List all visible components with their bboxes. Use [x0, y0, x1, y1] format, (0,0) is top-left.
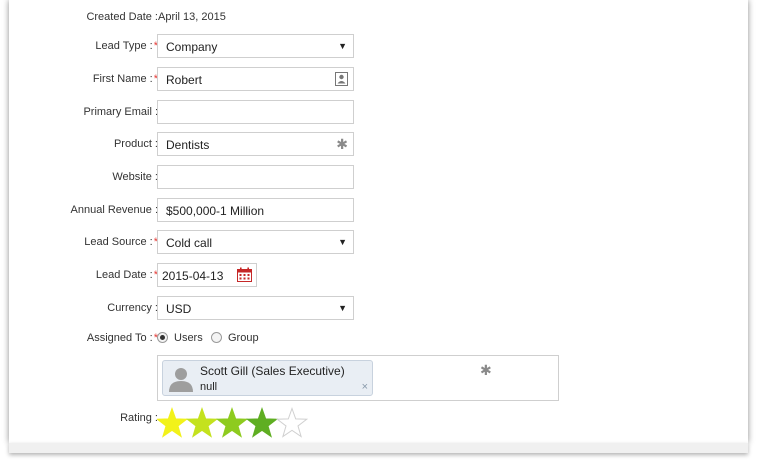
rating-stars-svg — [155, 407, 309, 438]
primary-email-label: Primary Email : — [83, 106, 158, 118]
assigned-to-label: Assigned To :* — [86, 332, 158, 344]
lead-date-input[interactable]: 2015-04-13 — [157, 263, 257, 287]
users-radio-label[interactable]: Users — [174, 332, 203, 344]
assignee-name: Scott Gill (Sales Executive) — [200, 364, 345, 378]
first-name-input[interactable]: Robert — [157, 67, 354, 91]
asterisk-lookup-icon[interactable]: ✱ — [336, 136, 348, 153]
rating-star-2[interactable] — [185, 407, 219, 438]
currency-select[interactable]: USD ▼ — [157, 296, 354, 320]
annual-revenue-row: Annual Revenue : $500,000-1 Million — [9, 198, 748, 223]
product-value: Dentists — [166, 138, 210, 152]
website-row: Website : — [9, 165, 748, 190]
currency-row: Currency : USD ▼ — [9, 296, 748, 321]
assigned-to-row: Assigned To :* Users Group — [9, 330, 748, 346]
first-name-value: Robert — [166, 73, 203, 87]
first-name-label: First Name :* — [92, 73, 158, 85]
product-label: Product : — [113, 138, 158, 150]
rating-star-3[interactable] — [215, 407, 249, 438]
lead-source-select[interactable]: Cold call ▼ — [157, 230, 354, 254]
dropdown-arrow-icon: ▼ — [338, 41, 347, 51]
product-row: Product : Dentists ✱ — [9, 132, 748, 157]
created-date-value: April 13, 2015 — [158, 11, 226, 23]
contact-card-icon[interactable] — [335, 72, 348, 89]
lead-source-label: Lead Source :* — [84, 236, 158, 248]
lead-date-value: 2015-04-13 — [162, 269, 224, 283]
rating-row: Rating : — [9, 410, 748, 440]
rating-star-1[interactable] — [155, 407, 189, 438]
created-date-row: Created Date : April 13, 2015 — [9, 11, 748, 27]
lead-form-panel: Created Date : April 13, 2015 Lead Type … — [9, 0, 748, 443]
calendar-icon[interactable] — [237, 267, 252, 285]
group-radio[interactable] — [211, 332, 222, 343]
currency-value: USD — [166, 302, 192, 316]
lead-type-select[interactable]: Company ▼ — [157, 34, 354, 58]
lead-type-value: Company — [166, 40, 218, 54]
lead-date-label: Lead Date :* — [95, 269, 158, 281]
assignee-box[interactable]: Scott Gill (Sales Executive) null × ✱ — [157, 355, 559, 401]
product-input[interactable]: Dentists ✱ — [157, 132, 354, 156]
dropdown-arrow-icon: ▼ — [338, 237, 347, 247]
first-name-row: First Name :* Robert — [9, 67, 748, 92]
assignee-subtitle: null — [200, 381, 218, 393]
annual-revenue-input[interactable]: $500,000-1 Million — [157, 198, 354, 222]
lead-type-row: Lead Type :* Company ▼ — [9, 34, 748, 59]
website-input[interactable] — [157, 165, 354, 189]
currency-label: Currency : — [107, 302, 158, 314]
remove-assignee-icon[interactable]: × — [362, 381, 368, 393]
website-label: Website : — [112, 171, 158, 183]
dropdown-arrow-icon: ▼ — [338, 303, 347, 313]
rating-star-4[interactable] — [245, 407, 279, 438]
annual-revenue-value: $500,000-1 Million — [166, 204, 265, 218]
lead-type-label: Lead Type :* — [95, 40, 158, 52]
created-date-label: Created Date : — [86, 11, 158, 23]
primary-email-input[interactable] — [157, 100, 354, 124]
asterisk-lookup-icon[interactable]: ✱ — [480, 362, 492, 379]
lead-source-value: Cold call — [166, 236, 213, 250]
primary-email-row: Primary Email : — [9, 100, 748, 125]
rating-stars[interactable] — [155, 407, 317, 442]
rating-star-5[interactable] — [275, 407, 309, 438]
lead-source-row: Lead Source :* Cold call ▼ — [9, 230, 748, 255]
lead-date-row: Lead Date :* 2015-04-13 — [9, 263, 748, 288]
group-radio-label[interactable]: Group — [228, 332, 259, 344]
annual-revenue-label: Annual Revenue : — [70, 204, 158, 216]
assignee-chip[interactable]: Scott Gill (Sales Executive) null × — [162, 360, 373, 396]
users-radio[interactable] — [157, 332, 168, 343]
rating-label: Rating : — [120, 412, 158, 424]
panel-footer — [9, 443, 748, 453]
user-avatar-icon — [168, 365, 194, 395]
